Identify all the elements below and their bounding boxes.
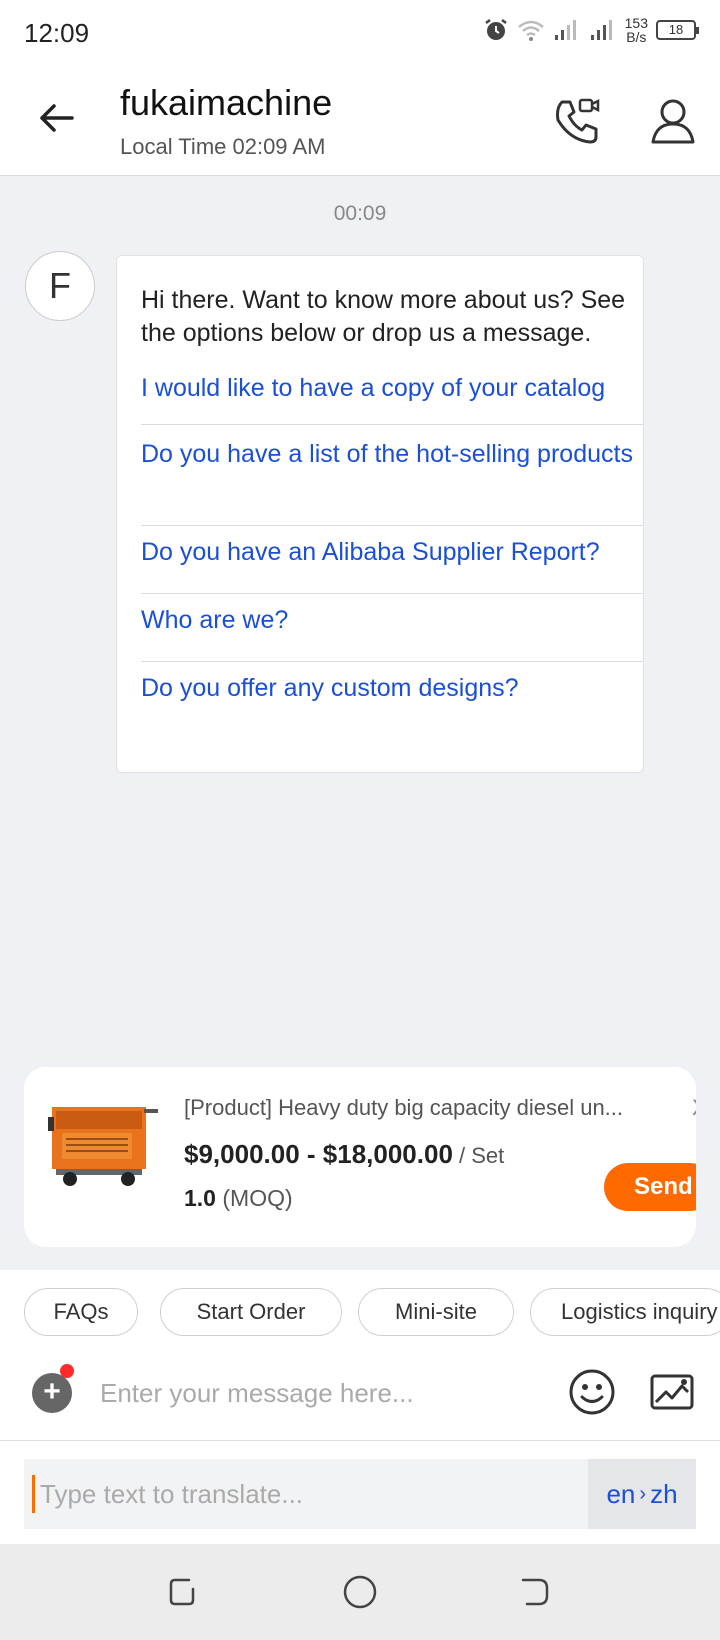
close-icon[interactable]: X xyxy=(692,1095,696,1121)
option-hot-selling[interactable]: Do you have a list of the hot-selling pr… xyxy=(141,440,643,469)
recents-icon xyxy=(169,1578,195,1606)
back-button[interactable] xyxy=(30,92,82,144)
moq-label: (MOQ) xyxy=(215,1185,293,1211)
moq-value: 1.0 xyxy=(184,1185,216,1211)
system-nav-bar xyxy=(0,1544,720,1640)
send-product-button[interactable]: Send xyxy=(604,1163,696,1211)
status-bar: 12:09 153 B/s 18 xyxy=(0,0,720,66)
message-input[interactable] xyxy=(100,1368,520,1418)
signal-icon-2 xyxy=(590,20,612,40)
home-button[interactable] xyxy=(336,1568,384,1616)
net-speed-value: 153 xyxy=(624,15,648,31)
image-icon xyxy=(650,1374,694,1410)
local-time: Local Time 02:09 AM xyxy=(120,134,326,159)
option-custom-designs[interactable]: Do you offer any custom designs? xyxy=(141,674,643,703)
status-icons: 153 B/s 18 xyxy=(483,16,699,44)
option-catalog[interactable]: I would like to have a copy of your cata… xyxy=(141,374,643,403)
chat-header: fukaimachine Local Time 02:09 AM xyxy=(0,66,720,176)
image-button[interactable] xyxy=(648,1368,696,1416)
translate-field[interactable] xyxy=(24,1459,588,1529)
price-range: $9,000.00 - $18,000.00 xyxy=(184,1139,453,1169)
divider xyxy=(141,661,643,662)
quick-reply-start-order[interactable]: Start Order xyxy=(160,1288,342,1336)
product-card[interactable]: [Product] Heavy duty big capacity diesel… xyxy=(24,1067,696,1247)
page-title: fukaimachine xyxy=(120,82,333,123)
back-nav-button[interactable] xyxy=(512,1568,560,1616)
home-icon xyxy=(343,1575,377,1609)
signal-icon xyxy=(554,20,576,40)
chat-timestamp: 00:09 xyxy=(333,202,387,225)
status-time: 12:09 xyxy=(24,18,90,48)
product-price: $9,000.00 - $18,000.00 / Set xyxy=(184,1139,504,1170)
product-image xyxy=(48,1107,158,1186)
price-unit: / Set xyxy=(452,1143,505,1168)
product-moq: 1.0 (MOQ) xyxy=(184,1185,293,1212)
alarm-icon xyxy=(484,19,507,40)
quick-reply-mini-site[interactable]: Mini-site xyxy=(358,1288,514,1336)
battery-icon: 18 xyxy=(656,20,699,40)
divider xyxy=(141,424,643,425)
product-title: [Product] Heavy duty big capacity diesel… xyxy=(184,1095,624,1120)
back-nav-icon xyxy=(521,1578,549,1606)
option-supplier-report[interactable]: Do you have an Alibaba Supplier Report? xyxy=(141,538,643,567)
wifi-icon xyxy=(517,20,544,41)
message-bubble: Hi there. Want to know more about us? Se… xyxy=(116,255,644,773)
option-who-are-we[interactable]: Who are we? xyxy=(141,606,643,635)
message-line: the options below or drop us a message. xyxy=(141,319,592,347)
add-attachment-button[interactable]: + xyxy=(32,1373,72,1413)
target-language: zh xyxy=(650,1478,678,1509)
chevron-right-icon: › xyxy=(639,1482,647,1505)
language-toggle[interactable]: en › zh xyxy=(588,1459,696,1529)
text-cursor xyxy=(32,1475,35,1513)
bottom-panel: FAQs Start Order Mini-site Logistics inq… xyxy=(0,1270,720,1570)
message-text: Hi there. Want to know more about us? Se… xyxy=(141,284,643,350)
net-speed: 153 B/s xyxy=(625,16,648,44)
source-language: en xyxy=(606,1478,636,1509)
divider xyxy=(141,525,643,526)
translate-input[interactable] xyxy=(40,1469,570,1519)
user-icon xyxy=(651,99,695,144)
divider xyxy=(141,593,643,594)
profile-button[interactable] xyxy=(646,94,700,148)
emoji-button[interactable] xyxy=(568,1368,616,1416)
call-button[interactable] xyxy=(550,94,604,148)
quick-reply-logistics[interactable]: Logistics inquiry xyxy=(530,1288,720,1336)
quick-reply-faqs[interactable]: FAQs xyxy=(24,1288,138,1336)
net-speed-unit: B/s xyxy=(626,29,647,45)
avatar[interactable]: F xyxy=(25,251,95,321)
notification-dot xyxy=(60,1364,74,1378)
emoji-icon xyxy=(569,1369,615,1415)
recents-button[interactable] xyxy=(160,1568,208,1616)
phone-icon xyxy=(556,98,600,144)
message-line: Hi there. Want to know more about us? Se… xyxy=(141,286,626,314)
arrow-left-icon xyxy=(40,104,74,132)
